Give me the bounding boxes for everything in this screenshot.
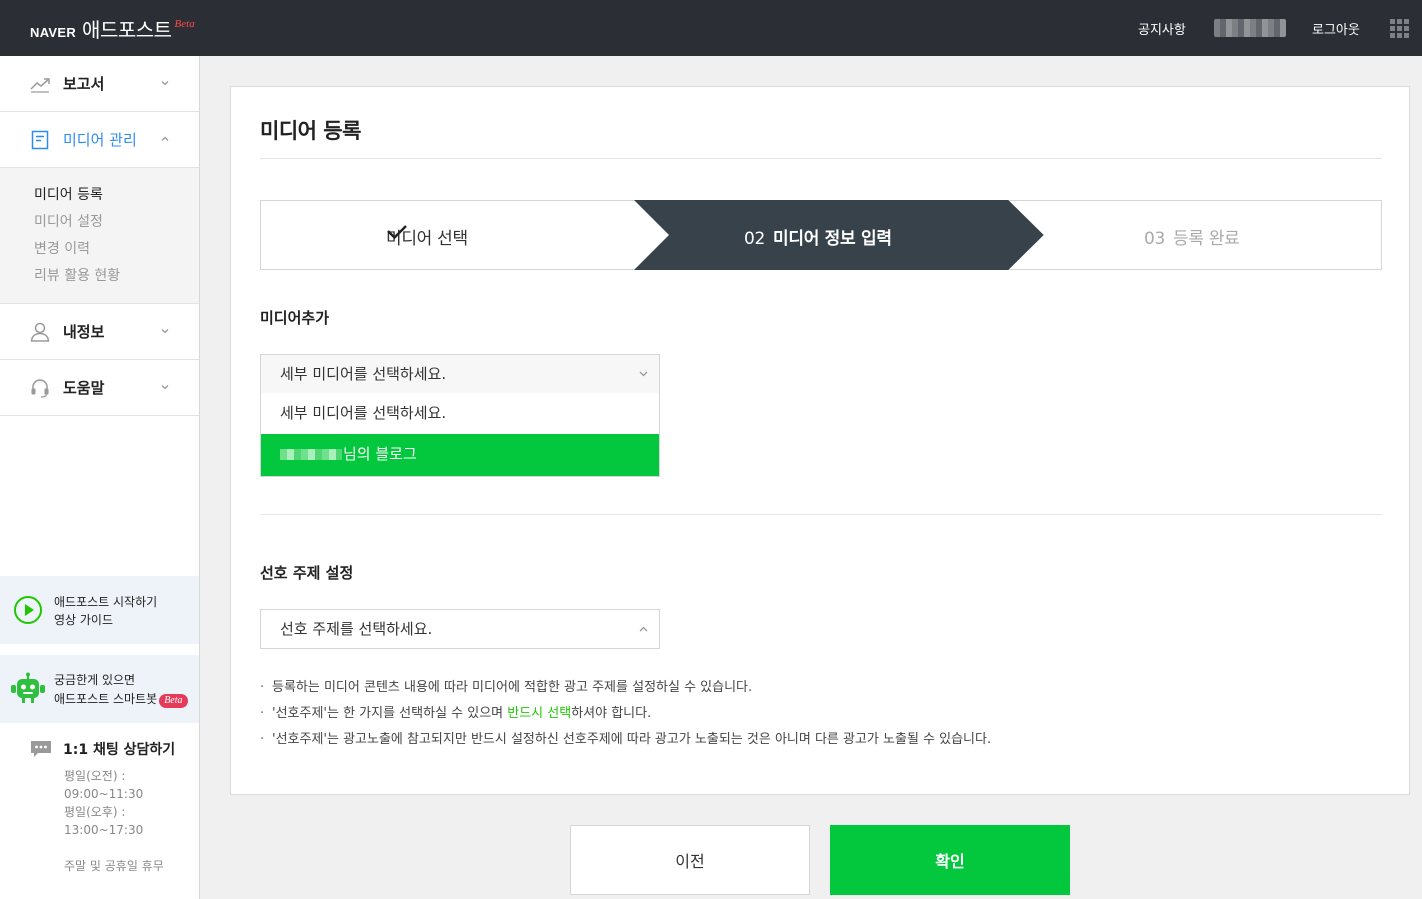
submenu-change-history[interactable]: 변경 이력 (34, 238, 199, 265)
previous-button[interactable]: 이전 (570, 825, 810, 895)
chat-title: 1:1 채팅 상담하기 (63, 742, 176, 758)
user-name-blurred[interactable] (1214, 19, 1286, 37)
document-icon (31, 130, 49, 150)
section-divider (260, 514, 1382, 515)
notice-link[interactable]: 공지사항 (1138, 19, 1186, 38)
note-item: · 등록하는 미디어 콘텐츠 내용에 따라 미디어에 적합한 광고 주제를 설정하… (260, 680, 753, 695)
submenu-media-settings[interactable]: 미디어 설정 (34, 211, 199, 238)
note-text: '선호주제'는 광고노출에 참고되지만 반드시 설정하신 선호주제에 따라 광고… (272, 732, 992, 747)
chat-hours-line: 주말 및 공휴일 휴무 (64, 859, 164, 873)
sidebar-item-label: 도움말 (63, 379, 105, 397)
media-option-blog[interactable]: 님의 블로그 (261, 434, 659, 476)
submenu-review-usage[interactable]: 리뷰 활용 현황 (34, 265, 199, 292)
smartbot-banner[interactable]: 궁금한게 있으면 애드포스트 스마트봇 Beta (0, 655, 199, 723)
media-submenu: 미디어 등록 미디어 설정 변경 이력 리뷰 활용 현황 (0, 168, 199, 304)
naver-wordmark: NAVER (30, 25, 77, 40)
media-select[interactable]: 세부 미디어를 선택하세요. (260, 354, 660, 394)
person-icon (30, 322, 50, 342)
top-navigation-bar: NAVER 애드포스트 Beta 공지사항 로그아웃 (0, 0, 1422, 56)
headset-icon (31, 379, 49, 398)
step-2-label: 미디어 정보 입력 (773, 229, 892, 249)
note-highlight: 반드시 선택 (507, 706, 572, 721)
page-title: 미디어 등록 (260, 119, 361, 143)
app-grid-icon[interactable] (1390, 19, 1409, 38)
submenu-media-register[interactable]: 미디어 등록 (34, 184, 199, 211)
note-text: 하셔야 합니다. (571, 706, 652, 721)
product-name: 애드포스트 (82, 18, 172, 42)
media-add-label: 미디어추가 (260, 309, 330, 327)
note-item: · '선호주제'는 광고노출에 참고되지만 반드시 설정하신 선호주제에 따라 광… (260, 732, 992, 747)
registration-card: 미디어 등록 미디어 선택 02 미디어 정보 입력 03 등록 완료 미디어추가 … (230, 86, 1410, 795)
step-progress: 미디어 선택 02 미디어 정보 입력 03 등록 완료 (260, 200, 1382, 270)
chart-icon (30, 78, 50, 93)
sidebar-item-label: 내정보 (63, 323, 105, 341)
preferred-topic-label: 선호 주제 설정 (260, 564, 354, 582)
checkmark-icon (387, 225, 407, 240)
beta-label: Beta (174, 18, 195, 30)
confirm-button[interactable]: 확인 (830, 825, 1070, 895)
blog-owner-blurred (280, 449, 342, 460)
sidebar-item-my-info[interactable]: 내정보 (0, 304, 199, 360)
media-option-blog-label: 님의 블로그 (343, 445, 417, 463)
step-3-complete: 03 등록 완료 (1144, 224, 1240, 249)
step-2-media-info: 02 미디어 정보 입력 (744, 224, 892, 249)
chevron-down-icon (639, 371, 648, 377)
chevron-down-icon (161, 329, 169, 334)
media-option-placeholder[interactable]: 세부 미디어를 선택하세요. (261, 393, 659, 434)
sidebar-item-label: 미디어 관리 (63, 131, 137, 149)
sidebar: 보고서 미디어 관리 미디어 등록 미디어 설정 변경 이력 리뷰 활용 현황 … (0, 56, 200, 899)
play-icon (14, 596, 42, 624)
topic-notes: · 등록하는 미디어 콘텐츠 내용에 따라 미디어에 적합한 광고 주제를 설정하… (260, 675, 991, 753)
chevron-down-icon (161, 81, 169, 86)
step-3-label: 등록 완료 (1173, 229, 1240, 249)
step-1-media-select: 미디어 선택 (386, 224, 468, 249)
sidebar-item-media-management[interactable]: 미디어 관리 (0, 112, 199, 168)
media-select-value: 세부 미디어를 선택하세요. (280, 365, 447, 383)
note-text: '선호주제'는 한 가지를 선택하실 수 있으며 (272, 706, 508, 721)
guide-line-2: 영상 가이드 (54, 613, 114, 627)
sidebar-item-help[interactable]: 도움말 (0, 360, 199, 416)
chat-hours-line: 평일(오후) : (64, 805, 126, 819)
smartbot-line-2: 애드포스트 스마트봇 (54, 692, 158, 706)
chat-hours-line: 13:00~17:30 (64, 823, 144, 837)
topic-select[interactable]: 선호 주제를 선택하세요. (260, 609, 660, 649)
chat-hours-line: 09:00~11:30 (64, 787, 144, 801)
chat-hours-line (64, 839, 174, 857)
sidebar-item-label: 보고서 (63, 75, 105, 93)
step-2-number: 02 (744, 229, 766, 249)
robot-icon (11, 672, 45, 703)
chevron-up-icon (161, 136, 169, 141)
chevron-down-icon (161, 385, 169, 390)
video-guide-banner[interactable]: 애드포스트 시작하기 영상 가이드 (0, 576, 199, 644)
chat-bubble-icon (31, 741, 51, 757)
logout-link[interactable]: 로그아웃 (1312, 19, 1360, 38)
adpost-logo[interactable]: NAVER 애드포스트 Beta (30, 14, 195, 43)
guide-line-1: 애드포스트 시작하기 (54, 595, 158, 609)
chevron-up-icon (639, 626, 648, 632)
chat-hours: 평일(오전) : 09:00~11:30 평일(오후) : 13:00~17:3… (64, 767, 174, 875)
sidebar-item-report[interactable]: 보고서 (0, 56, 199, 112)
topic-select-value: 선호 주제를 선택하세요. (280, 620, 433, 638)
note-text: 등록하는 미디어 콘텐츠 내용에 따라 미디어에 적합한 광고 주제를 설정하실… (272, 680, 753, 695)
title-divider (260, 158, 1382, 159)
smartbot-beta-badge: Beta (159, 694, 188, 708)
chat-hours-line: 평일(오전) : (64, 769, 126, 783)
note-item: · '선호주제'는 한 가지를 선택하실 수 있으며 반드시 선택하셔야 합니다. (260, 706, 652, 721)
smartbot-line-1: 궁금한게 있으면 (54, 673, 136, 687)
media-dropdown-list: 세부 미디어를 선택하세요. 님의 블로그 (260, 393, 660, 477)
step-3-number: 03 (1144, 229, 1166, 249)
